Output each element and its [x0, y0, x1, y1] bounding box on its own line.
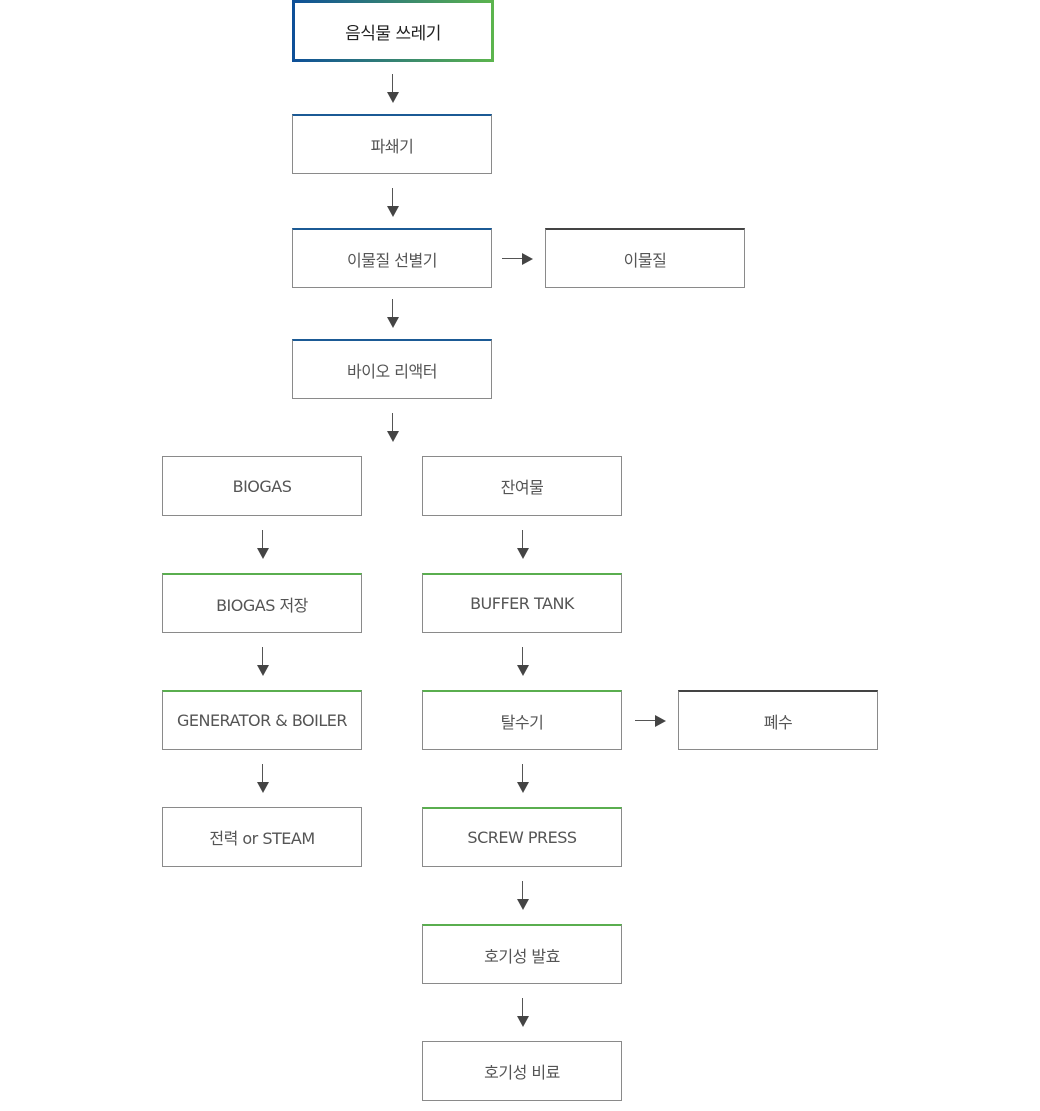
node-bio-reactor: 바이오 리액터 [292, 339, 492, 399]
node-wastewater: 폐수 [678, 690, 878, 750]
node-food-waste: 음식물 쓰레기 [292, 0, 494, 62]
node-label: 폐수 [763, 712, 793, 732]
node-label: 잔여물 [500, 478, 544, 497]
arrow-down-icon [387, 299, 399, 329]
node-screw-press: SCREW PRESS [422, 807, 622, 867]
node-buffer-tank: BUFFER TANK [422, 573, 622, 633]
arrow-down-icon [387, 413, 399, 443]
node-label: 호기성 비료 [484, 1063, 560, 1082]
node-crusher: 파쇄기 [292, 114, 492, 174]
node-label: 이물질 [623, 250, 667, 270]
node-aerobic-fertilizer: 호기성 비료 [422, 1041, 622, 1101]
node-biogas-storage: BIOGAS 저장 [162, 573, 362, 633]
node-label: 탈수기 [500, 712, 544, 732]
arrow-down-icon [257, 764, 269, 794]
node-dehydrator: 탈수기 [422, 690, 622, 750]
node-label: 음식물 쓰레기 [345, 23, 441, 44]
arrow-down-icon [257, 647, 269, 677]
node-label: 바이오 리액터 [347, 361, 437, 381]
node-label: BIOGAS [232, 476, 292, 496]
node-aerobic-fermentation: 호기성 발효 [422, 924, 622, 984]
node-label: 전력 or STEAM [209, 829, 315, 848]
node-foreign-matter: 이물질 [545, 228, 745, 288]
arrow-down-icon [517, 998, 529, 1028]
node-label: 이물질 선별기 [347, 250, 437, 270]
arrow-right-icon [635, 715, 667, 727]
arrow-down-icon [517, 647, 529, 677]
node-generator-boiler: GENERATOR & BOILER [162, 690, 362, 750]
arrow-down-icon [387, 74, 399, 104]
node-label: BIOGAS 저장 [216, 595, 308, 615]
node-label: GENERATOR & BOILER [176, 711, 348, 730]
arrow-right-icon [502, 253, 534, 265]
node-label: SCREW PRESS [467, 828, 577, 847]
node-biogas: BIOGAS [162, 456, 362, 516]
node-power-steam: 전력 or STEAM [162, 807, 362, 867]
node-foreign-separator: 이물질 선별기 [292, 228, 492, 288]
arrow-down-icon [387, 188, 399, 218]
arrow-down-icon [517, 764, 529, 794]
node-residue: 잔여물 [422, 456, 622, 516]
arrow-down-icon [257, 530, 269, 560]
node-label: 호기성 발효 [484, 946, 560, 966]
arrow-down-icon [517, 530, 529, 560]
node-label: BUFFER TANK [470, 594, 574, 613]
arrow-down-icon [517, 881, 529, 911]
node-label: 파쇄기 [370, 136, 414, 156]
